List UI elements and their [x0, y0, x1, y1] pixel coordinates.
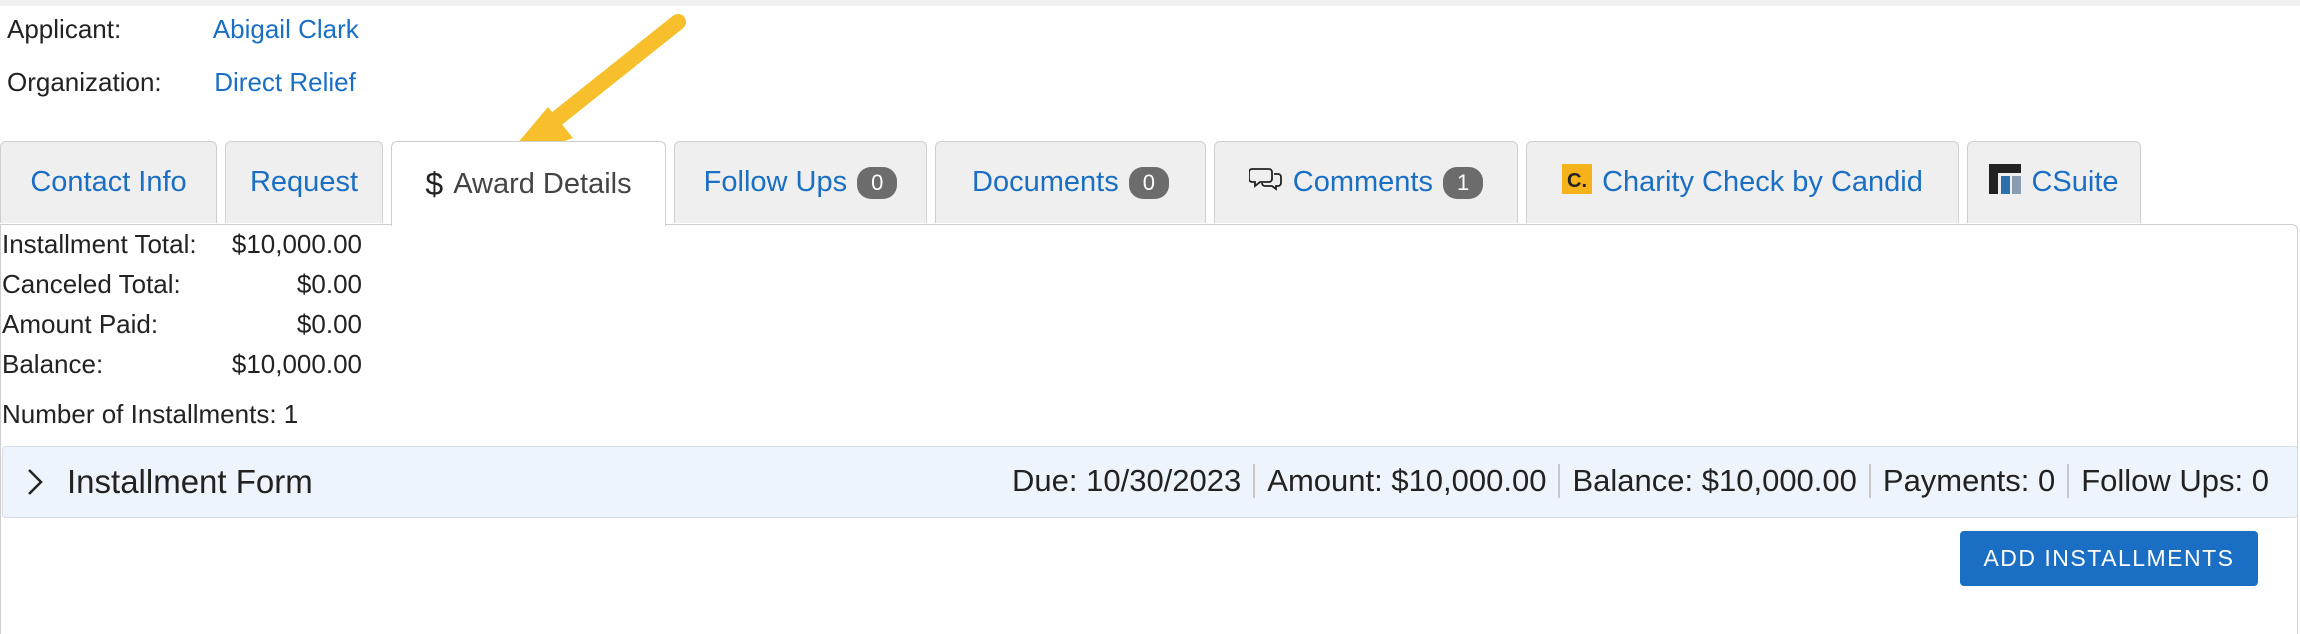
tab-documents[interactable]: Documents 0	[935, 141, 1206, 223]
installment-total-row: Installment Total: $10,000.00	[2, 229, 362, 260]
installment-due: Due: 10/30/2023	[1012, 463, 1242, 498]
applicant-row: Applicant: Abigail Clark	[7, 14, 359, 45]
csuite-icon	[1989, 163, 2022, 202]
top-strip	[0, 0, 2300, 6]
divider	[1253, 464, 1256, 498]
chevron-right-icon[interactable]	[25, 467, 45, 502]
summary-value: $10,000.00	[231, 349, 362, 379]
installment-form-row[interactable]: Installment Form Due: 10/30/2023 Amount:…	[2, 446, 2298, 518]
applicant-link[interactable]: Abigail Clark	[213, 14, 359, 44]
summary-value: $0.00	[296, 309, 362, 339]
amount-paid-row: Amount Paid: $0.00	[2, 309, 362, 340]
tab-award-details[interactable]: $ Award Details	[391, 141, 666, 226]
divider	[2067, 464, 2070, 498]
summary-value: $0.00	[296, 269, 362, 299]
organization-link[interactable]: Direct Relief	[214, 67, 356, 97]
comments-count-badge: 1	[1442, 166, 1484, 199]
add-installments-button[interactable]: ADD INSTALLMENTS	[1960, 531, 2258, 586]
tab-comments[interactable]: Comments 1	[1214, 141, 1518, 223]
tab-contact-info[interactable]: Contact Info	[0, 141, 217, 223]
tab-label: Contact Info	[30, 166, 187, 198]
tab-follow-ups[interactable]: Follow Ups 0	[674, 141, 927, 223]
tab-request[interactable]: Request	[225, 141, 383, 223]
tab-label: Award Details	[453, 167, 632, 200]
tab-csuite[interactable]: CSuite	[1967, 141, 2141, 223]
divider	[1868, 464, 1871, 498]
installments-count: Number of Installments: 1	[2, 399, 299, 429]
installment-summary: Due: 10/30/2023 Amount: $10,000.00 Balan…	[1012, 463, 2269, 499]
svg-text:C.: C.	[1567, 170, 1587, 192]
organization-label: Organization:	[7, 67, 162, 97]
balance-row: Balance: $10,000.00	[2, 349, 362, 380]
tab-charity-check[interactable]: C. Charity Check by Candid	[1526, 141, 1959, 223]
tab-label: Documents	[972, 166, 1119, 198]
comments-icon	[1247, 165, 1283, 201]
tab-label: Request	[249, 166, 358, 198]
installment-amount: Amount: $10,000.00	[1267, 463, 1547, 498]
summary-value: $10,000.00	[231, 229, 362, 259]
dollar-icon: $	[425, 165, 444, 202]
candid-icon: C.	[1562, 163, 1593, 202]
divider	[1558, 464, 1561, 498]
tab-label: Comments	[1292, 166, 1433, 198]
applicant-label: Applicant:	[7, 14, 122, 44]
tab-bar: Contact Info Request $ Award Details Fol…	[0, 141, 2300, 226]
tab-label: CSuite	[2031, 166, 2119, 198]
installment-balance: Balance: $10,000.00	[1572, 463, 1857, 498]
installment-follow-ups: Follow Ups: 0	[2081, 463, 2269, 498]
follow-ups-count-badge: 0	[857, 166, 898, 199]
organization-row: Organization: Direct Relief	[7, 67, 356, 98]
installment-payments: Payments: 0	[1882, 463, 2056, 498]
tab-label: Charity Check by Candid	[1602, 166, 1923, 198]
installment-form-title: Installment Form	[67, 463, 313, 500]
tab-label: Follow Ups	[703, 166, 848, 198]
documents-count-badge: 0	[1128, 166, 1169, 199]
canceled-total-row: Canceled Total: $0.00	[2, 269, 362, 300]
